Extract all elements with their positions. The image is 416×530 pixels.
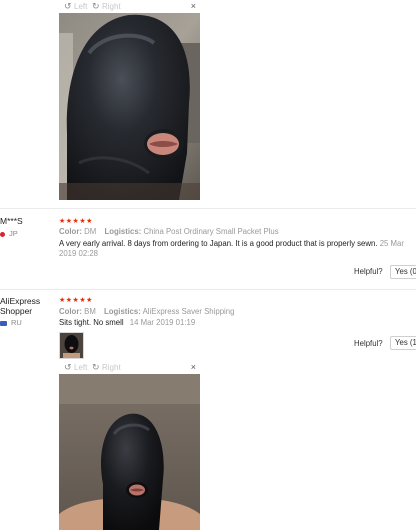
rotate-left-icon[interactable]: ↺: [64, 0, 72, 13]
country-flag-icon: [0, 231, 5, 237]
review-meta: Color: BM Logistics: AliExpress Saver Sh…: [59, 307, 234, 316]
logistics-value: AliExpress Saver Shipping: [142, 307, 235, 316]
helpful-label: Helpful?: [354, 267, 383, 276]
review-photo-thumbnail[interactable]: [59, 332, 84, 359]
review-photo[interactable]: [59, 13, 200, 200]
logistics-label: Logistics:: [104, 307, 141, 316]
review-divider: [0, 289, 416, 290]
country-flag-icon: [0, 320, 7, 326]
country-code: JP: [9, 229, 18, 238]
image-viewer-toolbar: ↺ Left ↻ Right ×: [59, 0, 200, 14]
rotate-left-icon[interactable]: ↺: [64, 361, 72, 374]
rotate-right-icon[interactable]: ↻: [92, 0, 100, 13]
reviewer-name-line1: AliExpress: [0, 296, 41, 306]
rating-stars: ★★★★★: [59, 297, 93, 304]
helpful-yes-button[interactable]: Yes (0): [390, 265, 416, 279]
reviewer-name: M***S: [0, 216, 23, 226]
color-label: Color:: [59, 227, 82, 236]
logistics-value: China Post Ordinary Small Packet Plus: [143, 227, 279, 236]
rotate-right-label[interactable]: Right: [102, 0, 121, 13]
rating-stars: ★★★★★: [59, 218, 93, 225]
color-label: Color:: [59, 307, 82, 316]
review-date: 14 Mar 2019 01:19: [129, 318, 196, 327]
color-value: DM: [84, 227, 97, 236]
country-code: RU: [11, 318, 22, 327]
rotate-right-label[interactable]: Right: [102, 361, 121, 374]
helpful-label: Helpful?: [354, 339, 383, 348]
color-value: BM: [84, 307, 96, 316]
helpful-yes-button[interactable]: Yes (1): [390, 336, 416, 350]
reviewer-name-line2: Shopper: [0, 306, 33, 316]
reviewer-country: JP: [0, 229, 18, 238]
logistics-label: Logistics:: [104, 227, 142, 236]
review-meta: Color: DM Logistics: China Post Ordinary…: [59, 227, 279, 236]
reviewer-country: RU: [0, 318, 22, 327]
thumbnail-image: [60, 333, 83, 358]
close-icon[interactable]: ×: [191, 0, 196, 13]
review-text: Sits tight. No smell: [59, 318, 124, 327]
image-viewer-toolbar: ↺ Left ↻ Right ×: [59, 361, 200, 375]
review-image-viewer: ↺ Left ↻ Right ×: [59, 0, 200, 200]
rotate-left-label[interactable]: Left: [74, 0, 87, 13]
rotate-left-label[interactable]: Left: [74, 361, 87, 374]
review-text: A very early arrival. 8 days from orderi…: [59, 239, 378, 248]
review-divider: [0, 208, 416, 209]
review-text-block: Sits tight. No smell 14 Mar 2019 01:19: [59, 318, 416, 328]
close-icon[interactable]: ×: [191, 361, 196, 374]
review-image-viewer: ↺ Left ↻ Right ×: [59, 361, 200, 530]
review-photo[interactable]: [59, 374, 200, 530]
rotate-right-icon[interactable]: ↻: [92, 361, 100, 374]
review-text-block: A very early arrival. 8 days from orderi…: [59, 239, 416, 259]
